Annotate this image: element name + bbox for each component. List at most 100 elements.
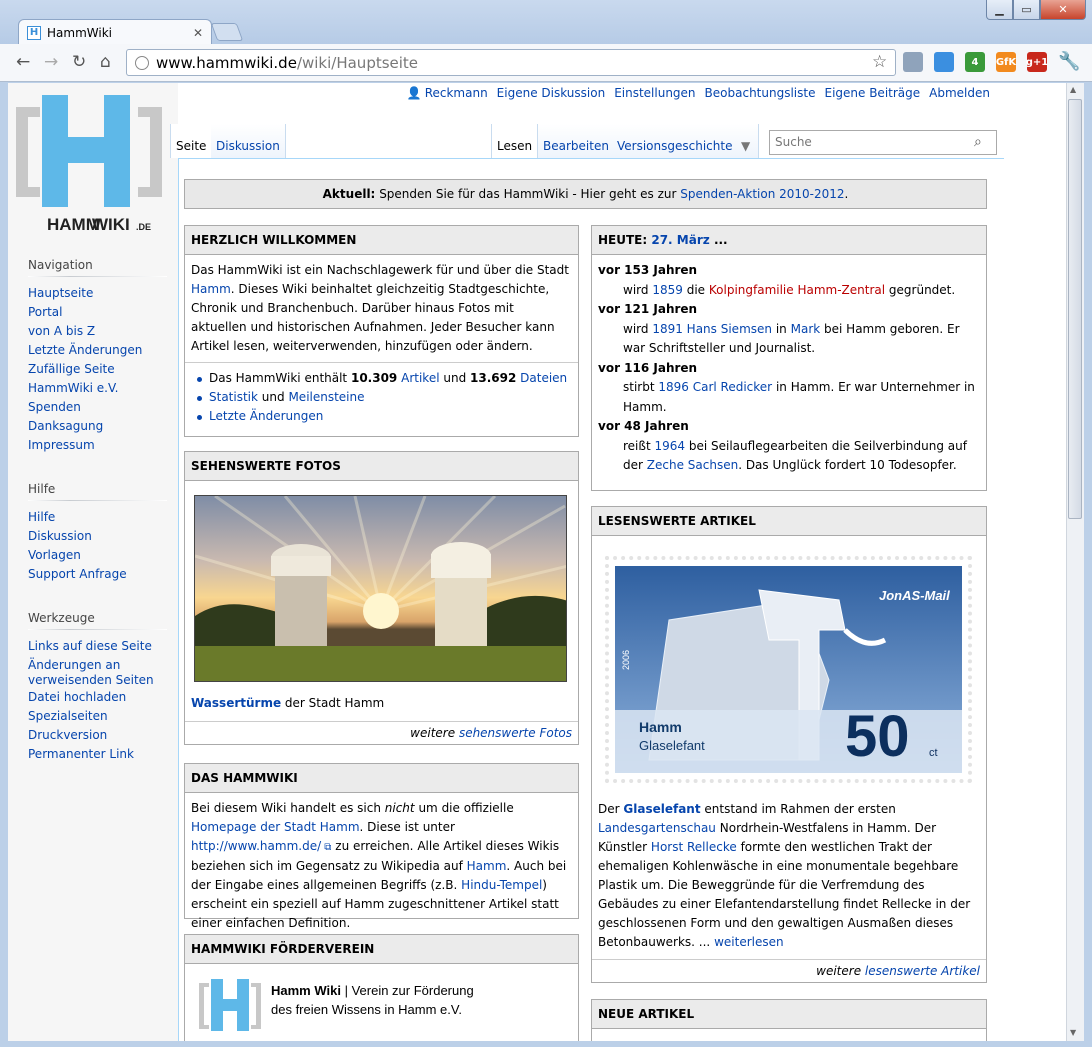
heute-link[interactable]: 1896 Carl Redicker [658, 380, 772, 394]
sidebar-item-werkzeuge-4[interactable]: Druckversion [28, 728, 168, 743]
wassertuerme-link[interactable]: Wassertürme [191, 696, 281, 710]
tab-bearbeiten[interactable]: Bearbeiten [538, 124, 615, 158]
verein-name: Hamm Wiki [271, 983, 341, 998]
forward-icon[interactable]: → [44, 52, 58, 72]
heute-entry-text: stirbt 1896 Carl Redicker in Hamm. Er wa… [623, 378, 980, 417]
tab-diskussion[interactable]: Diskussion [211, 124, 286, 158]
heute-text: . Das Unglück fordert 10 Todesopfer. [738, 458, 957, 472]
reload-icon[interactable]: ↻ [72, 52, 86, 72]
sidebar-item-hilfe-1[interactable]: Diskussion [28, 529, 168, 544]
heute-link[interactable]: 1891 Hans Siemsen [652, 322, 772, 336]
hw-t3: . Diese ist unter [359, 820, 455, 834]
glaselefant-link[interactable]: Glaselefant [623, 802, 700, 816]
sidebar-item-werkzeuge-2[interactable]: Datei hochladen [28, 690, 168, 705]
weather-extension-icon[interactable] [903, 52, 923, 72]
sidebar-item-navigation-3[interactable]: Letzte Änderungen [28, 343, 168, 358]
homepage-link[interactable]: Homepage der Stadt Hamm [191, 820, 360, 834]
stats-pre: Das HammWiki enthält [209, 371, 348, 385]
heute-link[interactable]: Mark [791, 322, 821, 336]
gfk-extension-icon[interactable]: GfK [996, 52, 1016, 72]
heute-entry-text: wird 1859 die Kolpingfamilie Hamm-Zentra… [623, 281, 980, 301]
verein-logo-icon[interactable] [197, 977, 263, 1035]
sidebar-item-werkzeuge-0[interactable]: Links auf diese Seite [28, 639, 168, 654]
sidebar-item-hilfe-3[interactable]: Support Anfrage [28, 567, 168, 582]
close-window-button[interactable]: ✕ [1040, 0, 1086, 20]
hammwiki-logo[interactable]: HAMM WIKI .DE [14, 87, 164, 235]
globe-icon [135, 55, 149, 70]
artikel-link[interactable]: Artikel [401, 371, 439, 385]
hamm-link[interactable]: Hamm [467, 859, 507, 873]
search-icon[interactable]: ⌕ [974, 134, 982, 150]
scroll-down-icon[interactable]: ▼ [1070, 1028, 1076, 1037]
hindu-tempel-link[interactable]: Hindu-Tempel [461, 878, 542, 892]
more-actions-dropdown-icon[interactable]: ▼ [737, 124, 759, 158]
hamm-link[interactable]: Hamm [191, 282, 231, 296]
heute-link[interactable]: 1859 [652, 283, 683, 297]
personal-link[interactable]: Eigene Diskussion [497, 86, 606, 100]
weiterlesen-link[interactable]: weiterlesen [714, 935, 784, 949]
landesgartenschau-link[interactable]: Landesgartenschau [598, 821, 716, 835]
sidebar-item-navigation-2[interactable]: von A bis Z [28, 324, 168, 339]
sidebar-item-navigation-8[interactable]: Impressum [28, 438, 168, 453]
rellecke-link[interactable]: Horst Rellecke [651, 840, 737, 854]
google-plus-extension-icon[interactable]: g+1 [1026, 52, 1048, 72]
maximize-button[interactable]: ▭ [1013, 0, 1040, 20]
tab-versionsgeschichte[interactable]: Versionsgeschichte [612, 124, 739, 158]
browser-tab[interactable]: H HammWiki ✕ [18, 19, 212, 45]
minimize-button[interactable]: ▁ [986, 0, 1013, 20]
url-path: /wiki/Hauptseite [296, 53, 419, 72]
sidebar-item-navigation-5[interactable]: HammWiki e.V. [28, 381, 168, 396]
personal-link[interactable]: Beobachtungsliste [705, 86, 816, 100]
heute-link[interactable]: 1964 [654, 439, 685, 453]
spenden-link[interactable]: Spenden-Aktion 2010-2012 [680, 187, 844, 201]
sidebar-item-navigation-7[interactable]: Danksagung [28, 419, 168, 434]
logo-suffix: .DE [136, 222, 151, 232]
hammwiki-text: Bei diesem Wiki handelt es sich nicht um… [185, 793, 578, 939]
letzte-aenderungen-link[interactable]: Letzte Änderungen [209, 409, 323, 423]
sidebar-item-navigation-6[interactable]: Spenden [28, 400, 168, 415]
aktuell-banner: Aktuell: Spenden Sie für das HammWiki - … [184, 179, 987, 209]
statistik-link[interactable]: Statistik [209, 390, 258, 404]
lesenswerte-artikel-link[interactable]: lesenswerte Artikel [865, 964, 980, 978]
address-bar[interactable]: www.hammwiki.de/wiki/Hauptseite [126, 49, 896, 76]
glaselefant-stamp-image[interactable]: JonAS-Mail 2006 Hamm Glaselefant 50 ct [605, 556, 972, 783]
dropbox-extension-icon[interactable] [934, 52, 954, 72]
personal-link[interactable]: Einstellungen [614, 86, 695, 100]
sidebar-item-werkzeuge-1[interactable]: Änderungen an verweisenden Seiten [28, 658, 168, 688]
sidebar-item-navigation-1[interactable]: Portal [28, 305, 168, 320]
personal-link[interactable]: Eigene Beiträge [824, 86, 920, 100]
dateien-link[interactable]: Dateien [520, 371, 567, 385]
search-input[interactable]: Suche [769, 130, 997, 155]
welcome-stats: Das HammWiki enthält 10.309 Artikel und … [185, 363, 578, 432]
meilensteine-link[interactable]: Meilensteine [288, 390, 364, 404]
lw-t1: Der [598, 802, 620, 816]
sidebar-item-hilfe-2[interactable]: Vorlagen [28, 548, 168, 563]
sidebar-item-werkzeuge-5[interactable]: Permanenter Link [28, 747, 168, 762]
tab-seite[interactable]: Seite [170, 124, 213, 158]
more-pre: weitere [816, 964, 862, 978]
back-icon[interactable]: ← [16, 52, 30, 72]
personal-link[interactable]: Abmelden [929, 86, 990, 100]
personal-tools: 👤 Reckmann Eigene Diskussion Einstellung… [407, 86, 990, 100]
sidebar-item-hilfe-0[interactable]: Hilfe [28, 510, 168, 525]
scroll-up-icon[interactable]: ▲ [1070, 85, 1076, 94]
user-link[interactable]: Reckmann [425, 86, 488, 100]
sidebar-item-navigation-0[interactable]: Hauptseite [28, 286, 168, 301]
bookmark-star-icon[interactable]: ☆ [872, 52, 887, 72]
tab-lesen[interactable]: Lesen [491, 124, 539, 158]
wrench-icon[interactable]: 🔧 [1058, 51, 1080, 72]
heute-link[interactable]: Kolpingfamilie Hamm-Zentral [709, 283, 885, 297]
heute-link[interactable]: Zeche Sachsen [647, 458, 738, 472]
scrollbar-thumb[interactable] [1068, 99, 1082, 519]
wassertuerme-photo[interactable] [194, 495, 567, 682]
tab-close-icon[interactable]: ✕ [193, 26, 203, 40]
home-icon[interactable]: ⌂ [100, 52, 111, 72]
hammwiki-box: DAS HAMMWIKI Bei diesem Wiki handelt es … [184, 763, 579, 930]
sidebar-item-navigation-4[interactable]: Zufällige Seite [28, 362, 168, 377]
hamm-de-link[interactable]: http://www.hamm.de/ [191, 839, 321, 853]
counter-extension-icon[interactable]: 4 [965, 52, 985, 72]
date-link[interactable]: 27. März [651, 233, 709, 247]
sidebar-item-werkzeuge-3[interactable]: Spezialseiten [28, 709, 168, 724]
hw-t2: um die offizielle [418, 801, 514, 815]
sehenswerte-fotos-link[interactable]: sehenswerte Fotos [459, 726, 572, 740]
